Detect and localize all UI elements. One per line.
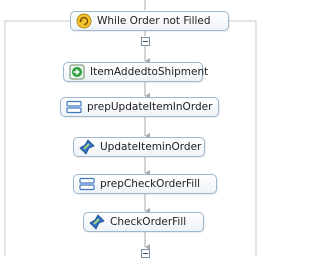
receive-icon	[69, 64, 85, 80]
assign-icon	[79, 177, 95, 191]
collapse-toggle-top[interactable]	[141, 37, 150, 46]
activity-label: UpdateIteminOrder	[100, 141, 202, 153]
activity-check-order-fill[interactable]: CheckOrderFill	[83, 212, 204, 232]
activity-label: ItemAddedtoShipment	[90, 66, 209, 78]
activity-label: prepCheckOrderFill	[100, 178, 201, 190]
activity-prep-check-order-fill[interactable]: prepCheckOrderFill	[73, 174, 217, 194]
while-loop-icon	[76, 13, 92, 29]
process-flow-canvas: While Order not Filled ItemAddedtoShipme…	[0, 0, 261, 258]
collapse-toggle-bottom[interactable]	[141, 249, 150, 258]
while-loop-label: While Order not Filled	[97, 15, 211, 27]
invoke-icon	[79, 139, 95, 155]
activity-label: CheckOrderFill	[110, 216, 187, 228]
activity-label: prepUpdateItemInOrder	[87, 101, 213, 113]
assign-icon	[66, 100, 82, 114]
activity-prep-update-item-in-order[interactable]: prepUpdateItemInOrder	[60, 97, 219, 117]
while-loop-node[interactable]: While Order not Filled	[70, 11, 229, 31]
invoke-icon	[89, 214, 105, 230]
activity-item-added-to-shipment[interactable]: ItemAddedtoShipment	[63, 62, 208, 82]
activity-update-item-in-order[interactable]: UpdateIteminOrder	[73, 137, 205, 157]
